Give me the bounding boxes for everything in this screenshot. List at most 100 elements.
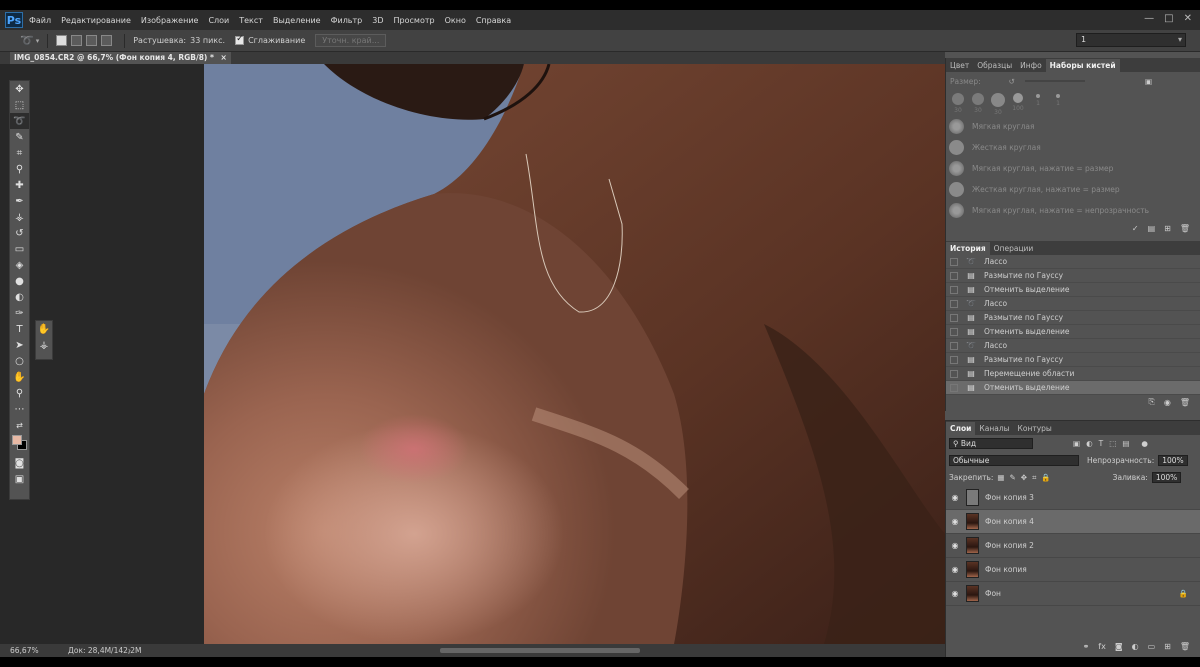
move-tool-icon[interactable]: ✥ (10, 81, 29, 97)
eye-icon[interactable]: ◉ (946, 517, 964, 526)
history-item-selected[interactable]: ▤ Отменить выделение (946, 381, 1200, 395)
menu-type[interactable]: Текст (239, 16, 263, 25)
tab-color[interactable]: Цвет (946, 59, 973, 72)
screen-mode-icon[interactable]: ▣ (10, 471, 29, 487)
swap-colors-icon[interactable]: ⇄ (10, 417, 29, 433)
antialias-checkbox[interactable] (235, 34, 245, 45)
eye-icon[interactable]: ◉ (946, 589, 964, 598)
eraser-tool-icon[interactable]: ▭ (10, 241, 29, 257)
layer-filter-select[interactable]: ⚲ Вид (949, 438, 1033, 449)
tab-history[interactable]: История (946, 242, 990, 255)
maximize-icon[interactable]: □ (1164, 13, 1173, 24)
toggle-preview-icon[interactable]: ✓ (1132, 224, 1139, 233)
size-slider[interactable] (1024, 80, 1085, 82)
filter-smart-icon[interactable]: ▤ (1122, 439, 1129, 448)
menu-image[interactable]: Изображение (141, 16, 199, 25)
history-item[interactable]: ▤ Размытие по Гауссу (946, 353, 1200, 367)
quick-selection-tool-icon[interactable]: ✎ (10, 129, 29, 145)
preset-thumb[interactable]: 30 (970, 93, 986, 114)
preset-thumb[interactable]: 1 (1050, 93, 1066, 113)
eyedropper-tool-icon[interactable]: ⚲ (10, 161, 29, 177)
layer-style-fx-icon[interactable]: fx (1098, 642, 1106, 651)
type-tool-icon[interactable]: T (10, 321, 29, 337)
close-window-icon[interactable]: ✕ (1184, 13, 1192, 24)
preset-thumb[interactable]: 30 (990, 93, 1006, 116)
more-tools-icon[interactable]: ⋯ (10, 401, 29, 417)
lock-all-icon[interactable]: 🔒 (1041, 473, 1050, 482)
filter-pixel-icon[interactable]: ▣ (1073, 439, 1080, 448)
lock-artboard-icon[interactable]: ⌗ (1032, 473, 1036, 483)
history-item[interactable]: ➰ Лассо (946, 297, 1200, 311)
trash-icon[interactable]: 🗑 (1180, 642, 1190, 651)
menu-window[interactable]: Окно (445, 16, 466, 25)
dodge-tool-icon[interactable]: ◐ (10, 289, 29, 305)
history-item[interactable]: ➰ Лассо (946, 255, 1200, 269)
tab-actions[interactable]: Операции (990, 242, 1038, 255)
trash-icon[interactable]: 🗑 (1180, 398, 1190, 407)
add-mask-icon[interactable]: ◙ (1115, 642, 1123, 651)
menu-filter[interactable]: Фильтр (331, 16, 363, 25)
hand-tool-icon[interactable]: ✋ (10, 369, 29, 385)
close-tab-icon[interactable]: × (221, 53, 227, 62)
foreground-color-swatch[interactable] (12, 435, 22, 445)
new-preset-icon[interactable]: ▣ (1145, 77, 1152, 86)
brush-preset-icon[interactable]: ✋ (36, 321, 52, 337)
preset-thumb[interactable]: 1 (1030, 93, 1046, 113)
clone-source-icon[interactable]: ⚶ (36, 337, 52, 353)
lasso-tool-preset-icon[interactable]: ➰ (20, 34, 34, 47)
document-canvas-photo[interactable] (204, 64, 945, 644)
layer-row[interactable]: ◉ Фон копия 3 (946, 486, 1200, 510)
zoom-tool-icon[interactable]: ⚲ (10, 385, 29, 401)
history-item[interactable]: ▤ Размытие по Гауссу (946, 311, 1200, 325)
zoom-level[interactable]: 66,67% (10, 644, 39, 657)
path-selection-tool-icon[interactable]: ➤ (10, 337, 29, 353)
paint-bucket-tool-icon[interactable]: ◈ (10, 257, 29, 273)
shape-tool-icon[interactable]: ○ (10, 353, 29, 369)
tab-info[interactable]: Инфо (1016, 59, 1046, 72)
layer-row-selected[interactable]: ◉ Фон копия 4 (946, 510, 1200, 534)
opacity-input[interactable]: 100% (1158, 455, 1188, 466)
layer-row[interactable]: ◉ Фон 🔒 (946, 582, 1200, 606)
blend-mode-select[interactable]: Обычные (949, 455, 1079, 466)
feather-input[interactable]: 33 пикс. (190, 36, 225, 45)
menu-layer[interactable]: Слои (208, 16, 229, 25)
history-item[interactable]: ▤ Отменить выделение (946, 283, 1200, 297)
add-to-selection-button[interactable] (71, 35, 83, 46)
new-selection-button[interactable] (56, 35, 68, 46)
lasso-tool-icon[interactable]: ➰ (10, 113, 29, 129)
history-item[interactable]: ▤ Размытие по Гауссу (946, 269, 1200, 283)
crop-tool-icon[interactable]: ⌗ (10, 145, 29, 161)
blur-tool-icon[interactable]: ● (10, 273, 29, 289)
brush-preset-item[interactable]: Мягкая круглая (946, 116, 1200, 137)
pen-tool-icon[interactable]: ✑ (10, 305, 29, 321)
preset-thumb[interactable]: 30 (950, 93, 966, 114)
filter-adjustment-icon[interactable]: ◐ (1086, 439, 1093, 448)
eye-icon[interactable]: ◉ (946, 565, 964, 574)
refine-edge-button[interactable]: Уточн. край... (315, 34, 387, 47)
clone-stamp-tool-icon[interactable]: ⚶ (10, 209, 29, 225)
menu-edit[interactable]: Редактирование (61, 16, 131, 25)
status-arrow-icon[interactable]: › (128, 644, 131, 657)
horizontal-scrollbar[interactable] (440, 648, 640, 653)
menu-view[interactable]: Просмотр (394, 16, 435, 25)
history-brush-tool-icon[interactable]: ↺ (10, 225, 29, 241)
document-tab[interactable]: IMG_0854.CR2 @ 66,7% (Фон копия 4, RGB/8… (10, 52, 231, 64)
new-group-icon[interactable]: ▭ (1148, 642, 1156, 651)
tab-paths[interactable]: Контуры (1014, 422, 1056, 435)
lock-position-icon[interactable]: ✥ (1021, 473, 1027, 482)
reset-size-icon[interactable]: ↺ (1009, 77, 1015, 86)
history-item[interactable]: ▤ Отменить выделение (946, 325, 1200, 339)
brush-panel-icon[interactable]: ▤ (1148, 224, 1156, 233)
layer-row[interactable]: ◉ Фон копия (946, 558, 1200, 582)
tab-swatches[interactable]: Образцы (973, 59, 1016, 72)
lock-image-icon[interactable]: ✎ (1010, 473, 1016, 482)
menu-select[interactable]: Выделение (273, 16, 321, 25)
brush-preset-item[interactable]: Жесткая круглая, нажатие = размер (946, 179, 1200, 200)
new-brush-icon[interactable]: ⊞ (1164, 224, 1171, 233)
eye-icon[interactable]: ◉ (946, 493, 964, 502)
menu-file[interactable]: Файл (29, 16, 51, 25)
new-document-from-state-icon[interactable]: ⎘ (1148, 397, 1154, 407)
brush-tool-icon[interactable]: ✒ (10, 193, 29, 209)
chevron-down-icon[interactable]: ▾ (36, 37, 40, 45)
subtract-from-selection-button[interactable] (86, 35, 98, 46)
